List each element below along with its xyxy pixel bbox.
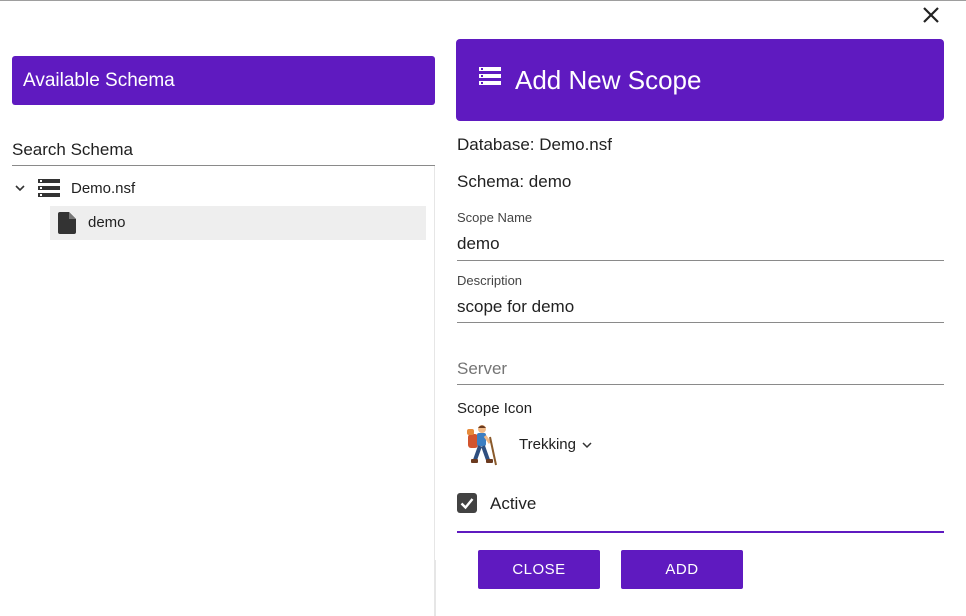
active-label: Active: [490, 494, 537, 513]
add-button[interactable]: ADD: [621, 550, 743, 589]
chevron-down-icon: [582, 442, 592, 449]
database-info: Database: Demo.nsf: [457, 135, 612, 154]
close-icon[interactable]: [918, 4, 944, 26]
schema-panel: Available Schema Search Schema Demo.nsf …: [12, 56, 435, 616]
server-field[interactable]: [457, 359, 944, 379]
scope-icon-select[interactable]: Trekking: [519, 436, 592, 453]
chevron-down-icon[interactable]: [14, 182, 26, 194]
search-schema-input[interactable]: Search Schema: [12, 140, 133, 160]
available-schema-header: Available Schema: [12, 56, 435, 105]
file-icon: [58, 212, 76, 234]
page-title: Add New Scope: [515, 65, 702, 95]
scope-icon-label: Scope Icon: [457, 400, 533, 417]
tree-item-schema[interactable]: demo: [50, 206, 426, 240]
tree-item-database[interactable]: Demo.nsf: [12, 174, 435, 204]
close-button[interactable]: CLOSE: [478, 550, 600, 589]
tree-item-schema-label: demo: [88, 214, 126, 231]
schema-info: Schema: demo: [457, 172, 572, 191]
check-icon: [460, 498, 474, 510]
scope-name-underline: [457, 260, 944, 261]
panel-divider: [435, 560, 436, 616]
form-divider: [457, 531, 944, 533]
scope-icon-selected-value: Trekking: [519, 436, 576, 453]
description-underline: [457, 322, 944, 323]
add-scope-header: Add New Scope: [456, 39, 944, 121]
trekking-icon: [467, 425, 497, 466]
tree-item-database-label: Demo.nsf: [71, 180, 136, 197]
server-underline: [457, 384, 944, 385]
list-icon: [479, 67, 501, 85]
top-border: [0, 0, 966, 1]
description-field[interactable]: [457, 297, 944, 317]
scope-name-field[interactable]: [457, 234, 944, 254]
database-icon: [38, 179, 60, 197]
description-label: Description: [457, 273, 523, 288]
scope-name-label: Scope Name: [457, 210, 533, 225]
active-checkbox[interactable]: [457, 493, 477, 513]
